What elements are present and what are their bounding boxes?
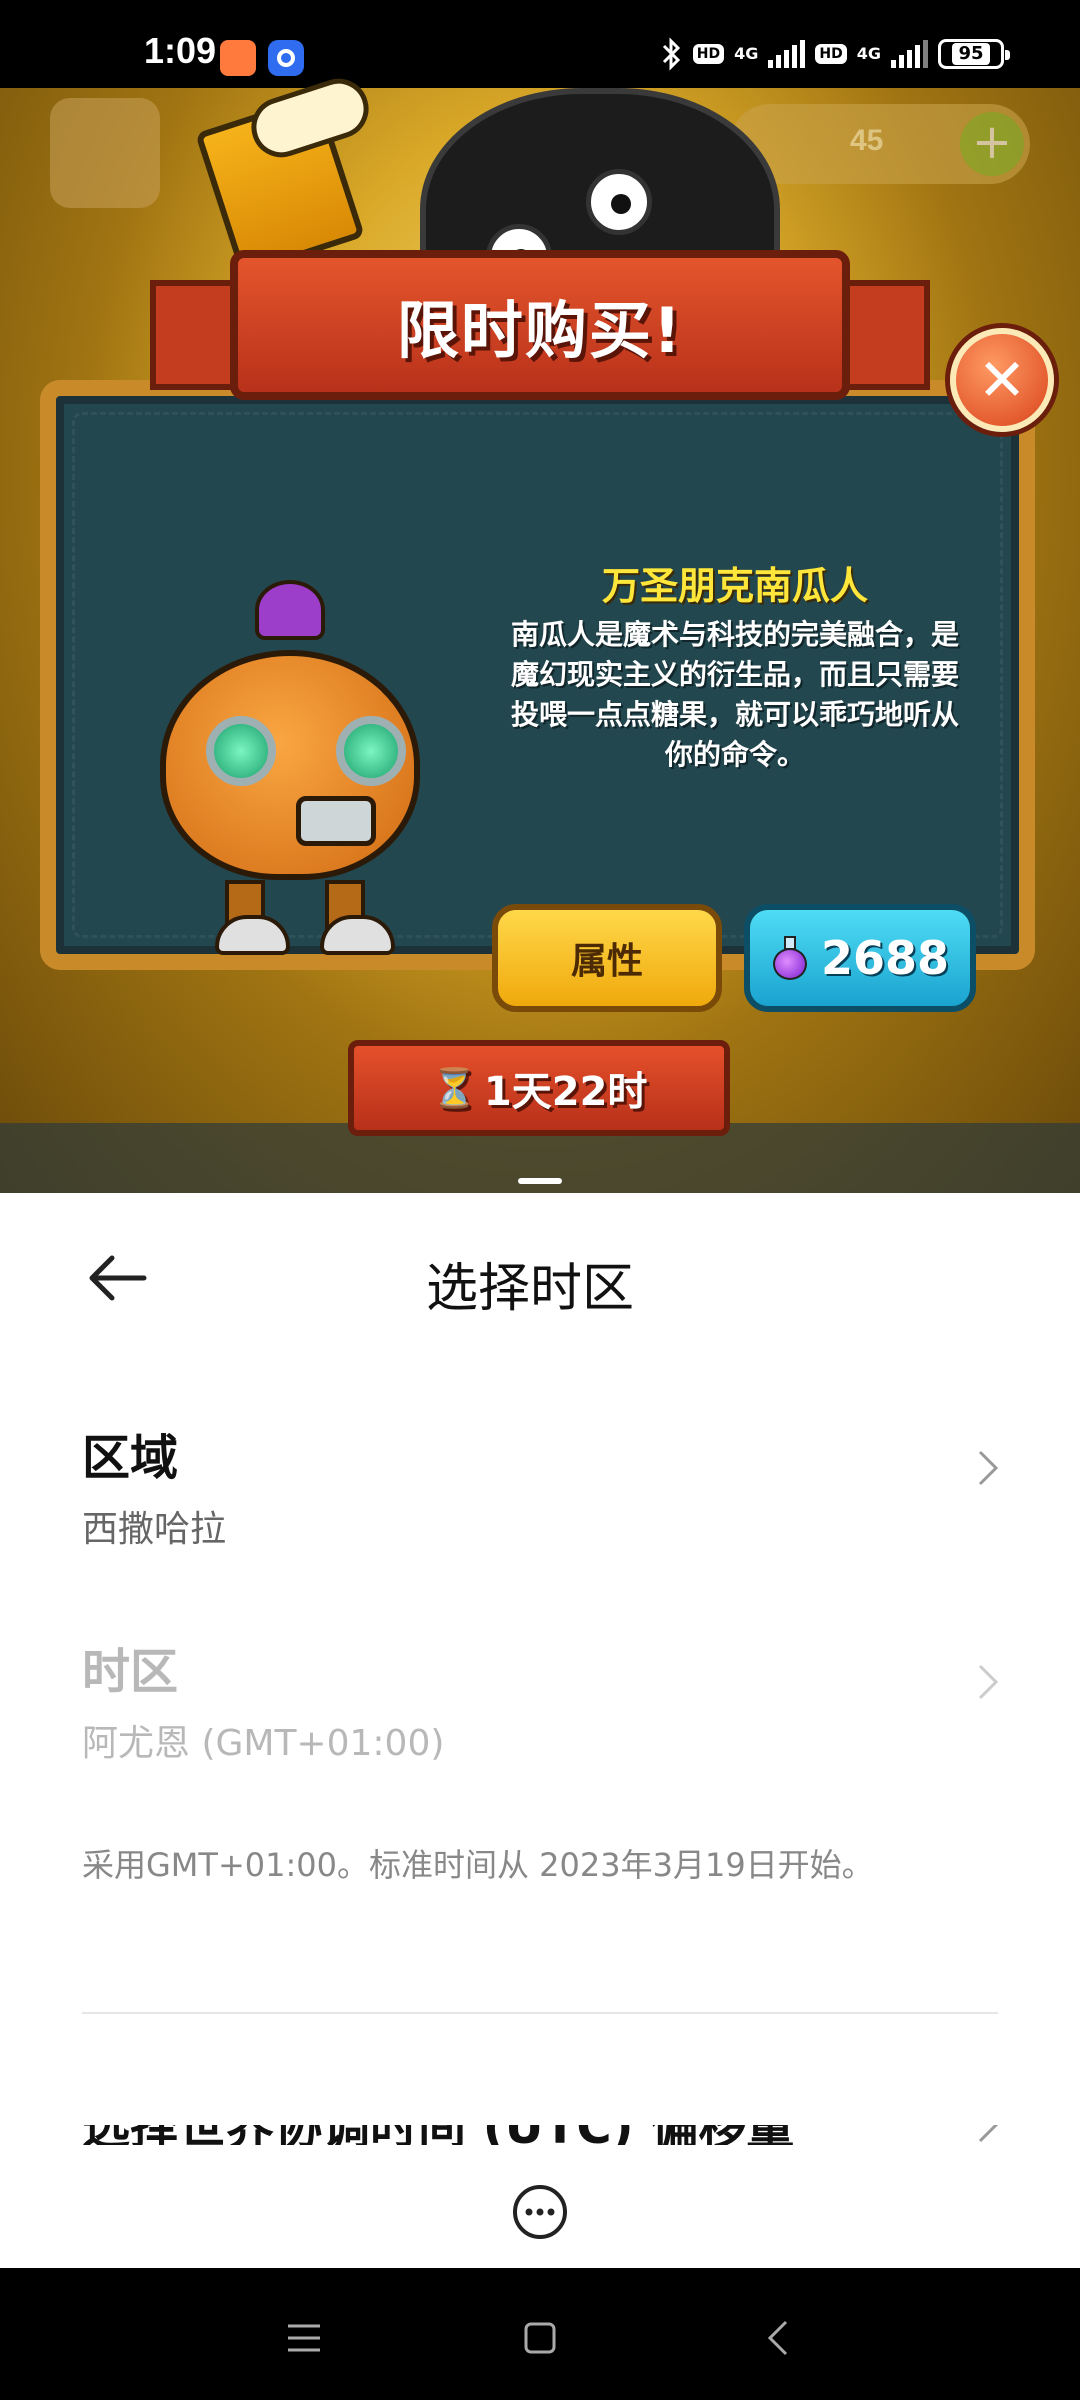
region-value: 西撒哈拉 <box>82 1509 227 1550</box>
item-name: 万圣朋克南瓜人 <box>601 564 868 608</box>
hd-badge: HD <box>692 44 725 64</box>
witch-hat-illustration <box>255 580 325 640</box>
chevron-right-icon <box>978 1664 999 1700</box>
battery-level: 95 <box>952 43 990 65</box>
more-options-icon[interactable] <box>512 2184 568 2240</box>
divider <box>82 2012 998 2014</box>
chevron-right-icon <box>978 2125 999 2143</box>
item-description: 南瓜人是魔术与科技的完美融合，是魔幻现实主义的衍生品，而且只需要投喂一点点糖果，… <box>510 618 959 771</box>
status-time: 1:09 <box>144 30 217 71</box>
timezone-label: 时区 <box>82 1644 179 1700</box>
utc-offset-label: 选择世界协调时间 (UTC) 偏移量 <box>82 2125 794 2145</box>
signal-icon <box>768 40 806 68</box>
potion-icon <box>771 936 809 980</box>
timer-text: 1天22时 <box>483 1069 648 1115</box>
bluetooth-icon <box>662 37 680 71</box>
timezone-row[interactable]: 时区 阿尤恩 (GMT+01:00) <box>82 1632 1002 1764</box>
chevron-right-icon <box>978 1450 999 1486</box>
region-row[interactable]: 区域 西撒哈拉 <box>82 1418 1002 1550</box>
timezone-note: 采用GMT+01:00。标准时间从 2023年3月19日开始。 <box>82 1846 874 1884</box>
menu-icon[interactable] <box>274 2308 334 2368</box>
region-label: 区域 <box>82 1430 179 1486</box>
currency-count: 45 <box>850 124 884 157</box>
countdown-timer: ⏳ 1天22时 <box>348 1040 730 1136</box>
attributes-button[interactable]: 属性 <box>492 904 722 1012</box>
plus-icon[interactable]: + <box>960 112 1024 176</box>
split-drag-handle[interactable] <box>518 1178 562 1184</box>
pumpkin-robot-illustration <box>160 650 420 880</box>
home-icon[interactable] <box>510 2308 570 2368</box>
back-icon[interactable] <box>750 2308 810 2368</box>
game-menu-icon[interactable] <box>50 98 160 208</box>
timezone-value: 阿尤恩 (GMT+01:00) <box>82 1723 445 1764</box>
close-button[interactable]: ✕ <box>950 328 1054 432</box>
price-label: 2688 <box>820 931 950 985</box>
utc-offset-row[interactable]: 选择世界协调时间 (UTC) 偏移量 <box>82 2125 1002 2145</box>
shopping-app-icon <box>220 40 256 76</box>
hourglass-icon: ⏳ <box>430 1065 478 1110</box>
browser-app-icon <box>268 40 304 76</box>
game-currency-bar: 45 + <box>730 104 1030 184</box>
hd-badge: HD <box>815 44 847 64</box>
close-icon: ✕ <box>977 346 1027 414</box>
page-title: 选择时区 <box>425 1259 634 1319</box>
status-bar: 1:09 HD 4G HD 4G 95 <box>0 0 1080 88</box>
signal-icon <box>891 40 928 68</box>
attributes-label: 属性 <box>570 941 643 982</box>
battery-icon: 95 <box>938 39 1010 69</box>
navigation-bar <box>0 2268 1080 2400</box>
banner-title: 限时购买! <box>396 294 684 367</box>
network-type: 4G <box>856 44 881 63</box>
buy-button[interactable]: 2688 <box>744 904 976 1012</box>
offer-banner: 限时购买! <box>230 250 850 400</box>
network-type: 4G <box>734 44 759 63</box>
